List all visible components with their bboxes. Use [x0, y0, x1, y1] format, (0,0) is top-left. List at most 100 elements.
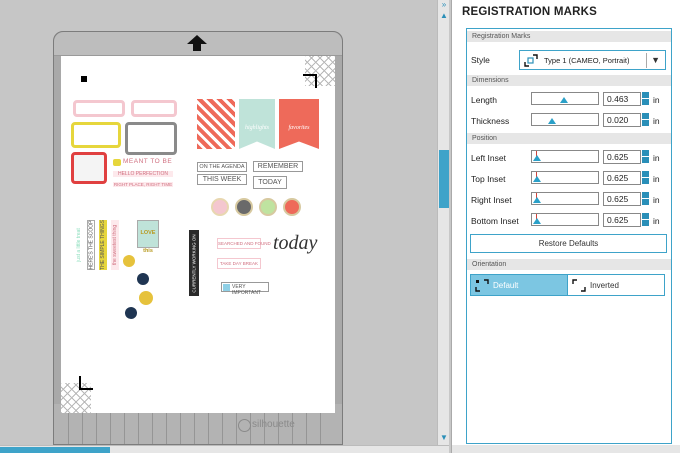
- print-page[interactable]: MEANT TO BE HELLO PERFECTION RIGHT PLACE…: [61, 56, 335, 413]
- sticker-striped-flag[interactable]: [197, 99, 235, 149]
- thickness-input[interactable]: 0.020: [603, 113, 641, 127]
- thickness-stepper[interactable]: [642, 113, 649, 127]
- right-inset-label: Right Inset: [471, 195, 512, 205]
- bottom-inset-slider-knob[interactable]: [533, 218, 541, 224]
- silhouette-logo-icon: [238, 419, 251, 432]
- left-inset-unit: in: [653, 153, 660, 163]
- bottom-inset-input[interactable]: 0.625: [603, 213, 641, 227]
- restore-defaults-button[interactable]: Restore Defaults: [470, 234, 667, 253]
- right-inset-input[interactable]: 0.625: [603, 192, 641, 206]
- strip-heres-the-scoop[interactable]: HERE'S THE SCOOP: [87, 220, 95, 270]
- collapse-panel-icon[interactable]: »: [439, 0, 449, 10]
- thickness-slider[interactable]: [531, 113, 599, 126]
- style-label: Style: [471, 55, 490, 65]
- sticker-love-this[interactable]: LOVE this: [137, 220, 159, 254]
- length-stepper[interactable]: [642, 92, 649, 106]
- strip-little-treat[interactable]: just a little treat: [75, 220, 83, 270]
- sticker-label-red[interactable]: [71, 152, 107, 184]
- sticker-flower-cluster[interactable]: [119, 251, 159, 331]
- sticker-meant-to-be[interactable]: MEANT TO BE: [123, 158, 172, 165]
- right-inset-unit: in: [653, 195, 660, 205]
- top-inset-slider-knob[interactable]: [533, 176, 541, 182]
- style-dropdown[interactable]: Type 1 (CAMEO, Portrait) ▼: [519, 50, 666, 70]
- registration-mark-square: [81, 76, 87, 82]
- left-inset-input[interactable]: 0.625: [603, 150, 641, 164]
- bottom-inset-slider[interactable]: [531, 213, 599, 226]
- top-inset-stepper[interactable]: [642, 171, 649, 185]
- sticker-right-place[interactable]: RIGHT PLACE, RIGHT TIME: [113, 182, 173, 187]
- badge-plus[interactable]: [283, 198, 301, 216]
- thickness-label: Thickness: [471, 116, 510, 126]
- badge-green[interactable]: [259, 198, 277, 216]
- sticker-favorites-flag[interactable]: favorites: [279, 99, 319, 149]
- badge-pen[interactable]: [235, 198, 253, 216]
- sticker-searched-found[interactable]: SEARCHED AND FOUND: [217, 238, 271, 249]
- orientation-default-label: Default: [493, 281, 519, 290]
- panel-bottom-bar: [452, 445, 680, 453]
- left-inset-slider-knob[interactable]: [533, 155, 541, 161]
- horizontal-scroll-thumb[interactable]: [0, 447, 110, 453]
- scroll-down-icon[interactable]: ▼: [439, 433, 449, 443]
- dropdown-separator: [646, 53, 647, 68]
- registration-mark-top-right: [303, 74, 317, 88]
- section-dimensions: Dimensions: [467, 75, 671, 86]
- registration-type-icon: [524, 54, 538, 67]
- mat-top-bar: [54, 32, 342, 56]
- sticker-this-week[interactable]: THIS WEEK: [197, 174, 247, 185]
- top-inset-unit: in: [653, 174, 660, 184]
- left-inset-slider[interactable]: [531, 150, 599, 163]
- scroll-up-icon[interactable]: ▲: [439, 11, 449, 21]
- star-icon: [223, 284, 230, 291]
- sticker-label-pink[interactable]: [73, 100, 125, 117]
- design-canvas[interactable]: silhouette MEANT TO BE HELLO PERFECTION …: [0, 0, 437, 445]
- sticker-hello-perfection[interactable]: HELLO PERFECTION: [113, 171, 173, 177]
- sticker-on-the-agenda[interactable]: ON THE AGENDA: [197, 162, 247, 172]
- right-inset-slider[interactable]: [531, 192, 599, 205]
- section-registration-marks: Registration Marks: [467, 31, 671, 42]
- thickness-slider-knob[interactable]: [548, 118, 556, 124]
- section-orientation: Orientation: [467, 259, 671, 270]
- sticker-label-yellow[interactable]: [71, 122, 121, 148]
- sticker-very-important[interactable]: VERY IMPORTANT: [221, 282, 269, 296]
- panel-content: Registration Marks Style Type 1 (CAMEO, …: [466, 28, 672, 444]
- dropdown-arrow-icon: ▼: [651, 55, 660, 65]
- orientation-inverted-button[interactable]: Inverted: [567, 274, 665, 296]
- bottom-inset-label: Bottom Inset: [471, 216, 519, 226]
- thickness-unit: in: [653, 116, 660, 126]
- sticker-remember[interactable]: REMEMBER: [253, 161, 303, 172]
- length-slider[interactable]: [531, 92, 599, 105]
- bottom-inset-stepper[interactable]: [642, 213, 649, 227]
- top-inset-slider[interactable]: [531, 171, 599, 184]
- left-inset-stepper[interactable]: [642, 150, 649, 164]
- left-inset-label: Left Inset: [471, 153, 506, 163]
- top-inset-label: Top Inset: [471, 174, 506, 184]
- orientation-default-button[interactable]: Default: [470, 274, 568, 296]
- registration-mark-bottom-left: [79, 376, 93, 390]
- badge-heart[interactable]: [211, 198, 229, 216]
- strip-simple-things[interactable]: THE SIMPLE THINGS: [99, 220, 107, 270]
- sticker-highlights-text: highlights: [244, 125, 269, 131]
- length-input[interactable]: 0.463: [603, 92, 641, 106]
- sticker-highlights-flag[interactable]: highlights: [239, 99, 275, 149]
- feed-direction-arrow-icon: [187, 35, 207, 51]
- right-inset-slider-knob[interactable]: [533, 197, 541, 203]
- length-slider-knob[interactable]: [560, 97, 568, 103]
- length-unit: in: [653, 95, 660, 105]
- right-inset-stepper[interactable]: [642, 192, 649, 206]
- panel-title: REGISTRATION MARKS: [462, 6, 597, 18]
- top-inset-input[interactable]: 0.625: [603, 171, 641, 185]
- horizontal-scrollbar[interactable]: [0, 445, 449, 453]
- sticker-today-script[interactable]: today: [273, 232, 317, 255]
- sticker-take-day-break[interactable]: TAKE DAY BREAK: [217, 258, 261, 269]
- vertical-scrollbar[interactable]: » ▲ ▼: [437, 0, 449, 445]
- sticker-label-gray[interactable]: [125, 122, 177, 155]
- registration-marks-panel: REGISTRATION MARKS Registration Marks St…: [451, 0, 680, 453]
- sticker-today[interactable]: TODAY: [253, 176, 287, 189]
- section-position: Position: [467, 133, 671, 144]
- length-label: Length: [471, 95, 497, 105]
- style-value: Type 1 (CAMEO, Portrait): [544, 56, 630, 65]
- strip-sweetest-thing[interactable]: the sweetest thing: [111, 220, 119, 270]
- vertical-scroll-thumb[interactable]: [439, 150, 449, 208]
- sticker-currently-working-on[interactable]: CURRENTLY WORKING ON: [189, 230, 199, 296]
- sticker-label-pink-small[interactable]: [131, 100, 177, 117]
